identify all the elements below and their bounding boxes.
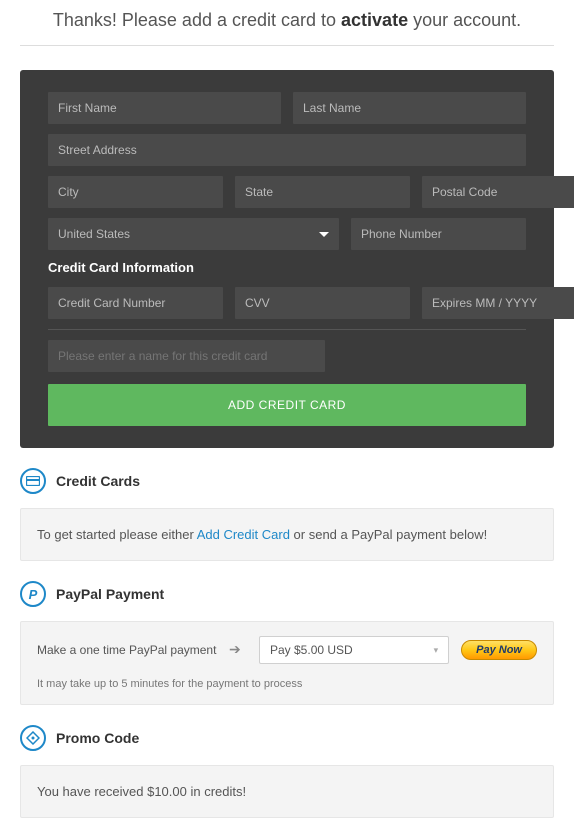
paypal-amount-value: Pay $5.00 USD bbox=[270, 643, 353, 657]
paypal-title: PayPal Payment bbox=[56, 586, 164, 602]
chevron-down-icon: ▾ bbox=[434, 645, 439, 656]
paypal-label: Make a one time PayPal payment bbox=[37, 643, 217, 657]
chevron-down-icon bbox=[319, 232, 329, 237]
paypal-icon: P bbox=[20, 581, 46, 607]
expires-field[interactable] bbox=[422, 287, 574, 319]
promo-notice: You have received $10.00 in credits! bbox=[20, 765, 554, 818]
credit-card-number-field[interactable] bbox=[48, 287, 223, 319]
paypal-section: P PayPal Payment Make a one time PayPal … bbox=[20, 581, 554, 705]
country-select[interactable]: United States bbox=[48, 218, 339, 250]
credit-card-icon bbox=[20, 468, 46, 494]
header-strong: activate bbox=[341, 10, 408, 30]
credit-card-section-label: Credit Card Information bbox=[48, 260, 526, 275]
cvv-field[interactable] bbox=[235, 287, 410, 319]
header-suffix: your account. bbox=[408, 10, 521, 30]
country-value: United States bbox=[58, 227, 130, 241]
pay-now-button[interactable]: Pay Now bbox=[461, 640, 537, 660]
last-name-field[interactable] bbox=[293, 92, 526, 124]
phone-number-field[interactable] bbox=[351, 218, 526, 250]
promo-title: Promo Code bbox=[56, 730, 139, 746]
notice-suffix: or send a PayPal payment below! bbox=[290, 527, 487, 542]
paypal-note: It may take up to 5 minutes for the paym… bbox=[37, 678, 537, 690]
state-field[interactable] bbox=[235, 176, 410, 208]
credit-cards-section: Credit Cards To get started please eithe… bbox=[20, 468, 554, 561]
credit-card-form-panel: United States Credit Card Information AD… bbox=[20, 70, 554, 448]
form-divider bbox=[48, 329, 526, 330]
paypal-amount-select[interactable]: Pay $5.00 USD ▾ bbox=[259, 636, 449, 664]
header-prefix: Thanks! Please add a credit card to bbox=[53, 10, 341, 30]
add-credit-card-button[interactable]: ADD CREDIT CARD bbox=[48, 384, 526, 426]
promo-icon bbox=[20, 725, 46, 751]
card-name-field[interactable] bbox=[48, 340, 325, 372]
paypal-box: Make a one time PayPal payment ➔ Pay $5.… bbox=[20, 621, 554, 705]
postal-code-field[interactable] bbox=[422, 176, 574, 208]
page-header: Thanks! Please add a credit card to acti… bbox=[20, 10, 554, 46]
credit-cards-notice: To get started please either Add Credit … bbox=[20, 508, 554, 561]
notice-prefix: To get started please either bbox=[37, 527, 197, 542]
city-field[interactable] bbox=[48, 176, 223, 208]
credit-cards-title: Credit Cards bbox=[56, 473, 140, 489]
first-name-field[interactable] bbox=[48, 92, 281, 124]
street-address-field[interactable] bbox=[48, 134, 526, 166]
promo-section: Promo Code You have received $10.00 in c… bbox=[20, 725, 554, 818]
arrow-right-icon: ➔ bbox=[229, 641, 247, 659]
add-credit-card-link[interactable]: Add Credit Card bbox=[197, 527, 290, 542]
